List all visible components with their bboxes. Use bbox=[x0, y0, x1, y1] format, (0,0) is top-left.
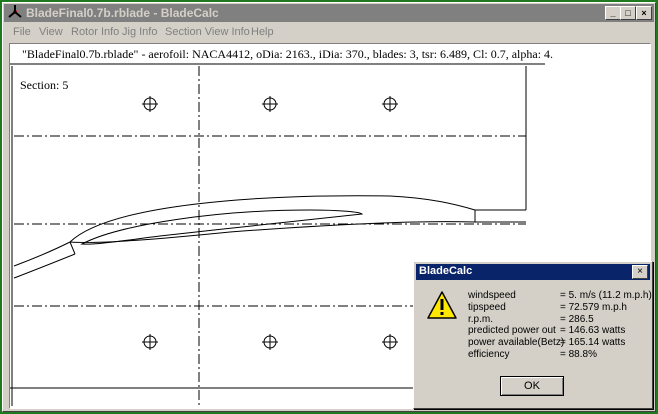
maximize-button[interactable]: □ bbox=[620, 6, 636, 20]
stat-label: efficiency bbox=[468, 348, 510, 360]
crosshair-marker bbox=[142, 334, 158, 350]
minimize-button[interactable]: _ bbox=[605, 6, 621, 20]
menu-rotor-info[interactable]: Rotor Info bbox=[71, 26, 119, 38]
stat-label: predicted power out bbox=[468, 325, 556, 337]
app-window: BladeFinal0.7b.rblade - BladeCalc _ □ × … bbox=[2, 2, 656, 412]
crosshair-marker bbox=[262, 96, 278, 112]
blade-info-line: "BladeFinal0.7b.rblade" - aerofoil: NACA… bbox=[22, 47, 554, 61]
close-button[interactable]: × bbox=[636, 6, 652, 20]
stat-value: = 88.8% bbox=[560, 348, 597, 360]
menu-help[interactable]: Help bbox=[251, 26, 274, 38]
title-bar[interactable]: BladeFinal0.7b.rblade - BladeCalc _ □ × bbox=[4, 4, 654, 22]
stat-label: power available(Betz) bbox=[468, 337, 565, 349]
menu-bar: File View Rotor Info Jig Info Section Vi… bbox=[4, 23, 654, 41]
stat-value: = 286.5 bbox=[560, 313, 594, 325]
warning-icon bbox=[427, 291, 457, 319]
crosshair-marker bbox=[382, 334, 398, 350]
menu-jig-info[interactable]: Jig Info bbox=[122, 26, 157, 38]
menu-section-view-info[interactable]: Section View Info bbox=[165, 26, 250, 38]
crosshair-marker bbox=[262, 334, 278, 350]
menu-file[interactable]: File bbox=[13, 26, 31, 38]
stat-label: tipspeed bbox=[468, 301, 506, 313]
stat-value: = 146.63 watts bbox=[560, 325, 626, 337]
menu-view[interactable]: View bbox=[39, 26, 63, 38]
stat-label: windspeed bbox=[468, 290, 516, 301]
dialog-close-button[interactable]: × bbox=[632, 265, 648, 279]
ok-button[interactable]: OK bbox=[500, 376, 564, 396]
dialog-title-bar[interactable]: BladeCalc × bbox=[416, 264, 650, 280]
crosshair-marker bbox=[142, 96, 158, 112]
stat-label: r.p.m. bbox=[468, 313, 494, 325]
stat-value: = 165.14 watts bbox=[560, 337, 626, 349]
dialog-title: BladeCalc bbox=[419, 265, 473, 277]
bladecalc-dialog: BladeCalc × windspeed = 5. m/s (11.2 m.p.… bbox=[413, 261, 653, 409]
stat-value: = 5. m/s (11.2 m.p.h) bbox=[560, 290, 652, 301]
stat-value: = 72.579 m.p.h bbox=[560, 301, 627, 313]
section-label: Section: 5 bbox=[20, 78, 69, 92]
crosshair-marker bbox=[382, 96, 398, 112]
window-title: BladeFinal0.7b.rblade - BladeCalc bbox=[26, 6, 219, 20]
rotor-app-icon bbox=[8, 5, 22, 18]
